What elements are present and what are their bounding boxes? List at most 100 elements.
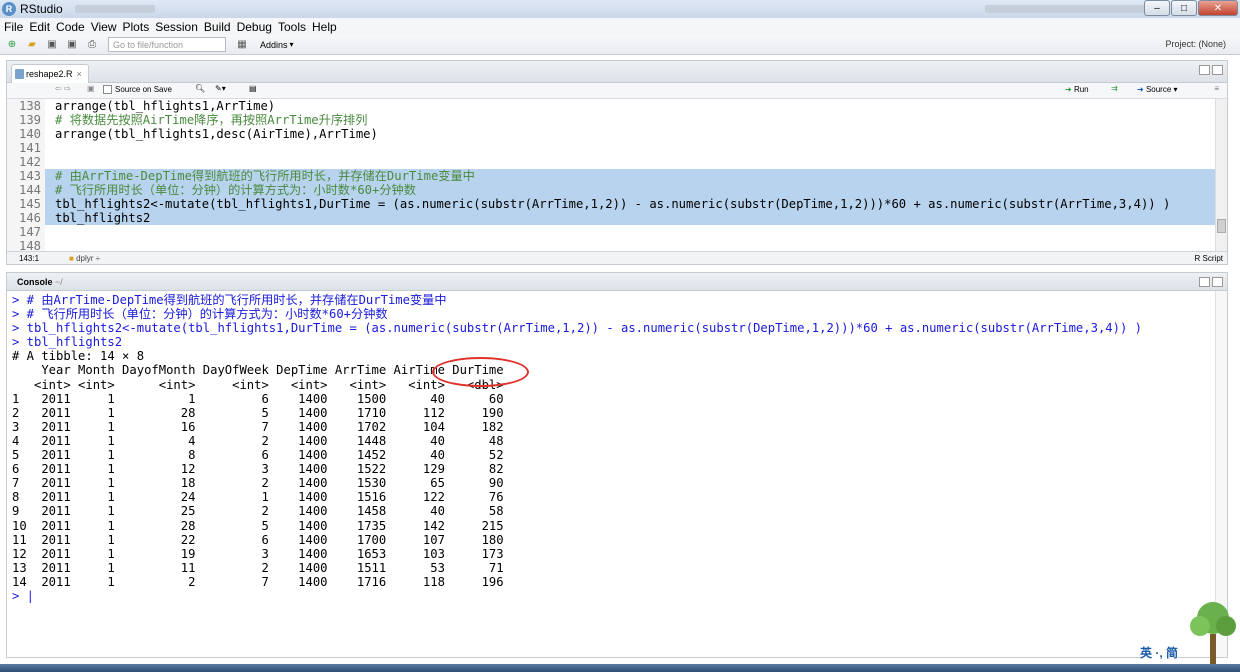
code-text: # 将数据先按照AirTime降序，再按照ArrTime升序排列 xyxy=(55,113,368,127)
back-forward-icon[interactable]: ⇦ ⇨ xyxy=(55,84,71,93)
outline-icon[interactable]: ▤ xyxy=(249,84,257,93)
function-scope-label: dplyr xyxy=(76,253,94,263)
line-number: 138 xyxy=(7,99,45,113)
close-button[interactable]: ✕ xyxy=(1198,0,1238,16)
wand-icon[interactable]: ✎▾ xyxy=(215,84,226,93)
console-line: # A tibble: 14 × 8 xyxy=(12,349,145,364)
save-doc-icon[interactable]: ▣ xyxy=(87,84,95,93)
save-all-icon[interactable]: ▣ xyxy=(64,38,80,52)
line-number: 140 xyxy=(7,127,45,141)
code-text: # 飞行所用时长（单位：分钟）的计算方式为：小时数*60+分钟数 xyxy=(45,183,1217,197)
console-line: 13 2011 1 11 2 1400 1511 53 71 xyxy=(12,560,504,575)
menu-bar: File Edit Code View Plots Session Build … xyxy=(0,18,1240,35)
console-line: 10 2011 1 28 5 1400 1735 142 215 xyxy=(12,518,504,533)
source-arrow-icon: ➜ xyxy=(1137,85,1144,94)
ime-indicator[interactable]: 英 ·, 简 xyxy=(1140,644,1178,661)
console-line: 3 2011 1 16 7 1400 1702 104 182 xyxy=(12,419,504,434)
editor-toolbar: ⇦ ⇨ ▣ Source on Save 🔍︎ ✎▾ ▤ ➜ Run ⇉ ➜ S… xyxy=(7,83,1227,99)
line-number: 141 xyxy=(7,141,45,155)
project-menu[interactable]: Project: (None) xyxy=(1165,39,1226,49)
console-line: 4 2011 1 4 2 1400 1448 40 48 xyxy=(12,433,504,448)
annotation-circle xyxy=(432,357,529,387)
menu-lines-icon[interactable]: ≡ xyxy=(1214,84,1219,93)
console-label[interactable]: Console xyxy=(17,277,53,287)
menu-edit[interactable]: Edit xyxy=(29,20,50,34)
menu-tools[interactable]: Tools xyxy=(278,20,306,34)
console-line: > | xyxy=(12,588,35,603)
code-line[interactable]: 142 xyxy=(7,155,1217,169)
addins-button[interactable]: Addins xyxy=(260,40,288,50)
code-area[interactable]: 138 arrange(tbl_hflights1,ArrTime) 139 # 将数… xyxy=(7,99,1217,252)
menu-debug[interactable]: Debug xyxy=(237,20,272,34)
run-button[interactable]: ➜ Run xyxy=(1065,85,1089,94)
console-line: 8 2011 1 24 1 1400 1516 122 76 xyxy=(12,490,504,505)
code-line[interactable]: 143 # 由ArrTime-DepTime得到航班的飞行所用时长，并存储在Dur… xyxy=(7,169,1217,183)
goto-file-input[interactable]: Go to file/function xyxy=(108,37,226,52)
search-icon[interactable]: 🔍︎ xyxy=(195,84,205,93)
code-line[interactable]: 141 xyxy=(7,141,1217,155)
menu-build[interactable]: Build xyxy=(204,20,231,34)
tab-label: reshape2.R xyxy=(26,69,73,79)
maximize-pane-button[interactable] xyxy=(1212,65,1223,75)
console-line: > # 由ArrTime-DepTime得到航班的飞行所用时长，并存储在DurT… xyxy=(12,293,447,307)
console-line: > tbl_hflights2 xyxy=(12,335,123,350)
run-label: Run xyxy=(1073,85,1089,94)
grid-layout-icon[interactable]: ▦ xyxy=(234,38,250,52)
new-file-icon[interactable]: ⊕ xyxy=(4,38,20,52)
console-path: ~/ xyxy=(55,277,63,287)
console-line: 7 2011 1 18 2 1400 1530 65 90 xyxy=(12,476,504,491)
line-number: 145 xyxy=(7,197,45,211)
minimize-button[interactable]: – xyxy=(1144,0,1170,16)
console-line: > tbl_hflights2<-mutate(tbl_hflights1,Du… xyxy=(12,321,1142,336)
minimize-pane-button[interactable] xyxy=(1199,65,1210,75)
line-number: 147 xyxy=(7,225,45,239)
blurred-toolbar-text xyxy=(985,5,1145,13)
code-text: arrange(tbl_hflights1,ArrTime) xyxy=(55,99,276,113)
menu-file[interactable]: File xyxy=(4,20,23,34)
console-maximize-button[interactable] xyxy=(1212,277,1223,287)
editor-tabbar: reshape2.R × xyxy=(7,61,1227,83)
console-header: Console ~/ xyxy=(7,273,1227,291)
console-line: 5 2011 1 8 6 1400 1452 40 52 xyxy=(12,448,504,463)
console-line: Year Month DayofMonth DayOfWeek DepTime … xyxy=(12,363,504,378)
console-line: <int> <int> <int> <int> <int> <int> <int… xyxy=(12,377,504,392)
print-icon[interactable]: ⎙ xyxy=(84,38,100,52)
title-bar: R RStudio – □ ✕ xyxy=(0,0,1240,18)
cursor-position: 143:1 xyxy=(19,253,40,263)
menu-code[interactable]: Code xyxy=(56,20,85,34)
console-line: 11 2011 1 22 6 1400 1700 107 180 xyxy=(12,532,504,547)
line-number: 143 xyxy=(7,169,45,183)
code-line[interactable]: 144 # 飞行所用时长（单位：分钟）的计算方式为：小时数*60+分钟数 xyxy=(7,183,1217,197)
save-icon[interactable]: ▣ xyxy=(44,38,60,52)
source-button[interactable]: ➜ Source ▾ xyxy=(1137,85,1178,94)
blurred-title-text xyxy=(74,5,155,13)
menu-view[interactable]: View xyxy=(91,20,117,34)
close-tab-icon[interactable]: × xyxy=(77,69,82,79)
open-file-icon[interactable]: ▰ xyxy=(24,38,40,52)
tab-reshape2[interactable]: reshape2.R × xyxy=(11,64,89,83)
code-line[interactable]: 147 xyxy=(7,225,1217,239)
menu-help[interactable]: Help xyxy=(312,20,337,34)
scrollbar-thumb[interactable] xyxy=(1217,219,1226,233)
editor-scrollbar[interactable] xyxy=(1215,99,1227,252)
menu-plots[interactable]: Plots xyxy=(123,20,150,34)
code-text: tbl_hflights2<-mutate(tbl_hflights1,DurT… xyxy=(45,197,1217,211)
console-minimize-button[interactable] xyxy=(1199,277,1210,287)
console-output[interactable]: > # 由ArrTime-DepTime得到航班的飞行所用时长，并存储在DurT… xyxy=(12,293,1142,603)
console-line: > # 飞行所用时长（单位：分钟）的计算方式为：小时数*60+分钟数 xyxy=(12,307,388,322)
code-line[interactable]: 140 arrange(tbl_hflights1,desc(AirTime),A… xyxy=(7,127,1217,141)
menu-session[interactable]: Session xyxy=(155,20,198,34)
main-toolbar: ⊕ ▰ ▣ ▣ ⎙ Go to file/function ▦ Addins ▾ xyxy=(0,35,1240,55)
chevron-down-icon: ▾ xyxy=(289,40,294,49)
code-line[interactable]: 146 tbl_hflights2 xyxy=(7,211,1217,225)
rerun-icon[interactable]: ⇉ xyxy=(1111,84,1118,93)
function-scope[interactable]: ■ dplyr ÷ xyxy=(69,254,100,263)
code-line[interactable]: 145 tbl_hflights2<-mutate(tbl_hflights1,D… xyxy=(7,197,1217,211)
code-line[interactable]: 139 # 将数据先按照AirTime降序，再按照ArrTime升序排列 xyxy=(7,113,1217,127)
source-on-save-checkbox[interactable] xyxy=(103,85,112,94)
file-type[interactable]: R Script xyxy=(1195,254,1223,263)
maximize-button[interactable]: □ xyxy=(1171,0,1197,16)
code-line[interactable]: 138 arrange(tbl_hflights1,ArrTime) xyxy=(7,99,1217,113)
